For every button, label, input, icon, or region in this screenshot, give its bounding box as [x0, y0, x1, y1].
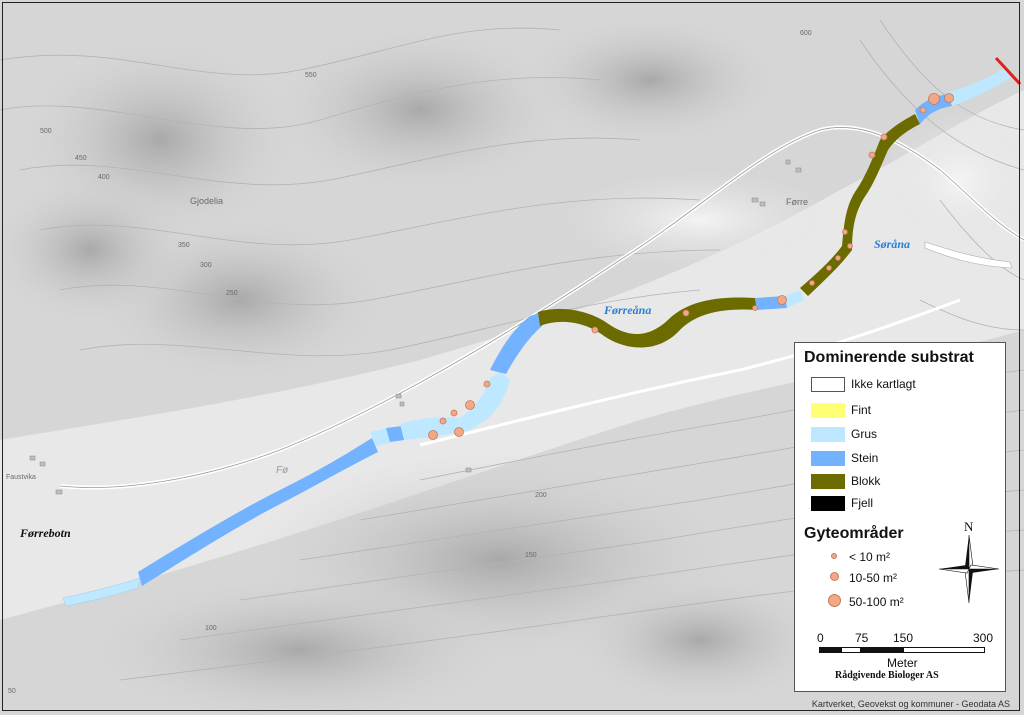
legend-label: 10-50 m²: [849, 571, 898, 585]
legend-panel: Dominerende substrat Ikke kartlagt Fint …: [794, 342, 1006, 692]
scale-tick-300: 300: [973, 631, 994, 645]
legend-label: Fint: [851, 403, 872, 417]
legend-label: Grus: [851, 427, 878, 441]
contour-label: 100: [205, 625, 217, 632]
swatch: [811, 403, 845, 418]
legend-substrate-title: Dominerende substrat: [804, 349, 974, 366]
contour-label: 450: [75, 155, 87, 162]
contour-label: 200: [535, 492, 547, 499]
contour-label: 400: [98, 174, 110, 181]
contour-label: 300: [200, 262, 212, 269]
scale-unit: Meter: [887, 656, 918, 670]
contour-label: 500: [40, 128, 52, 135]
legend-label: < 10 m²: [849, 550, 891, 564]
place-forrebotn: Førrebotn: [20, 526, 71, 540]
map-canvas[interactable]: 500 450 400 350 300 250 200 150 100 50 5…: [0, 0, 1024, 720]
spawn-dot-large: [828, 594, 841, 607]
spawn-dot-medium: [830, 572, 839, 581]
place-forre: Førre: [786, 197, 808, 207]
swatch: [811, 451, 845, 466]
compass-rose-icon: [938, 534, 1000, 604]
contour-label: 250: [226, 290, 238, 297]
swatch: [811, 496, 845, 511]
scale-bar: [819, 647, 985, 653]
contour-label: 50: [8, 688, 16, 695]
legend-label: Stein: [851, 451, 879, 465]
scale-tick-0: 0: [817, 631, 824, 645]
north-label: N: [964, 519, 974, 534]
legend-label: Fjell: [851, 496, 874, 510]
legend-label: 50-100 m²: [849, 595, 904, 609]
scale-tick-75: 75: [855, 631, 869, 645]
place-gjodelia: Gjodelia: [190, 196, 224, 206]
swatch: [811, 427, 845, 442]
contour-label: 600: [800, 30, 812, 37]
spawn-dot-small: [831, 553, 837, 559]
author-credit: Rådgivende Biologer AS: [835, 670, 939, 681]
place-faustvika: Faustvika: [6, 474, 36, 481]
contour-label: 550: [305, 72, 317, 79]
contour-label: 150: [525, 552, 537, 559]
legend-label: Blokk: [851, 474, 881, 488]
swatch: [811, 474, 845, 489]
map-credit: Kartverket, Geovekst og kommuner - Geoda…: [811, 699, 1010, 709]
legend-label: Ikke kartlagt: [851, 377, 916, 391]
swatch: [811, 377, 845, 392]
contour-label: 350: [178, 242, 190, 249]
river-label-forreana: Førreåna: [604, 303, 652, 317]
north-arrow: N: [938, 519, 1000, 605]
place-fo: Fø: [276, 465, 289, 476]
river-label-sorana: Søråna: [874, 237, 911, 251]
scale-tick-150: 150: [893, 631, 914, 645]
legend-spawning-title: Gyteområder: [804, 525, 904, 542]
